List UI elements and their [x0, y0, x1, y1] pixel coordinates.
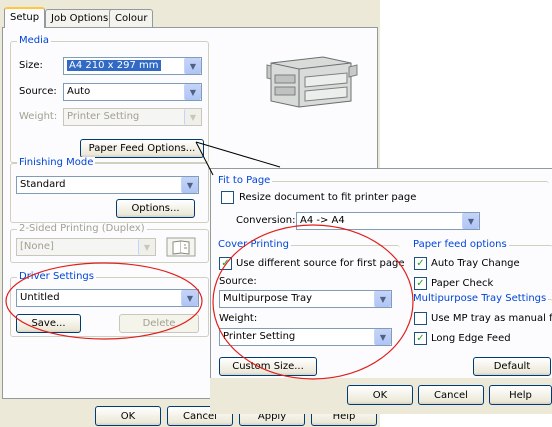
finishing-mode-value: Standard: [20, 179, 66, 190]
chevron-down-icon[interactable]: ▼: [374, 329, 391, 345]
chevron-down-icon[interactable]: ▼: [184, 58, 201, 74]
driver-settings-select[interactable]: Untitled ▼: [16, 289, 199, 307]
paper-feed-options-group-label: Paper feed options: [411, 239, 509, 250]
weight-value: Printer Setting: [67, 111, 140, 122]
conversion-value: A4 -> A4: [300, 215, 345, 226]
paper-feed-options-button[interactable]: Paper Feed Options...: [80, 139, 204, 158]
chevron-down-icon[interactable]: ▼: [462, 213, 479, 229]
tab-colour[interactable]: Colour: [109, 9, 154, 28]
media-group: Media Size: A4 210 x 297 mm ▼ Source: Au…: [10, 35, 209, 163]
cover-printing-label: Cover Printing: [216, 239, 291, 250]
driver-settings-value: Untitled: [20, 292, 60, 303]
cover-source-select[interactable]: Multipurpose Tray ▼: [219, 290, 392, 308]
tab-setup-label: Setup: [10, 12, 40, 23]
finishing-options-label: Options...: [131, 203, 180, 214]
media-group-label: Media: [17, 35, 52, 46]
use-mp-manual-label: Use MP tray as manual feed: [431, 313, 552, 324]
fit-to-page-label: Fit to Page: [216, 175, 273, 186]
paper-check-label: Paper Check: [431, 278, 494, 289]
resize-checkbox[interactable]: [221, 191, 234, 204]
chevron-down-icon[interactable]: ▼: [184, 84, 201, 100]
delete-button: Delete: [119, 314, 199, 333]
use-mp-manual-checkbox[interactable]: [414, 312, 427, 325]
use-different-source-checkbox[interactable]: ✓: [219, 257, 232, 270]
auto-tray-change-label: Auto Tray Change: [431, 258, 520, 269]
conversion-select[interactable]: A4 -> A4 ▼: [296, 212, 480, 230]
save-button[interactable]: Save...: [16, 314, 81, 333]
paper-feed-help-button[interactable]: Help: [489, 385, 552, 405]
size-label: Size:: [19, 60, 43, 71]
finishing-mode-group: Finishing Mode Standard ▼ Options...: [10, 157, 209, 223]
finishing-mode-label: Finishing Mode: [17, 157, 96, 168]
ok-button[interactable]: OK: [95, 406, 161, 426]
fit-to-page-group: Fit to Page Resize document to fit print…: [216, 175, 549, 231]
checkmark-icon: ✓: [416, 277, 425, 289]
cover-source-label: Source:: [219, 276, 257, 287]
paper-feed-ok-button[interactable]: OK: [347, 385, 413, 405]
duplex-book-icon: [166, 237, 196, 257]
paper-feed-options-group: Paper feed options ✓ Auto Tray Change ✓ …: [411, 239, 552, 297]
default-button[interactable]: Default: [473, 357, 551, 376]
tab-setup[interactable]: Setup: [4, 7, 46, 28]
tab-job-options-label: Job Options: [51, 13, 109, 24]
auto-tray-change-checkbox[interactable]: ✓: [414, 257, 427, 270]
duplex-label: 2-Sided Printing (Duplex): [17, 223, 147, 234]
default-label: Default: [493, 361, 531, 372]
cover-printing-group: Cover Printing ✓ Use different source fo…: [216, 239, 405, 355]
paper-feed-cancel-button[interactable]: Cancel: [418, 385, 484, 405]
source-label: Source:: [19, 86, 57, 97]
chevron-down-icon: ▼: [184, 109, 201, 125]
paper-feed-options-label: Paper Feed Options...: [88, 143, 196, 154]
conversion-label: Conversion:: [236, 215, 296, 226]
mp-tray-settings-label: Multipurpose Tray Settings: [411, 293, 549, 304]
weight-label: Weight:: [19, 111, 58, 122]
driver-settings-group: Driver Settings Untitled ▼ Save... Delet…: [10, 271, 209, 337]
duplex-select: [None] ▼: [16, 238, 156, 256]
custom-size-label: Custom Size...: [232, 361, 304, 372]
ok-label: OK: [120, 410, 136, 422]
checkmark-icon: ✓: [416, 332, 425, 344]
long-edge-feed-label: Long Edge Feed: [431, 333, 511, 344]
paper-feed-ok-label: OK: [372, 389, 388, 401]
driver-settings-label: Driver Settings: [17, 271, 96, 282]
mp-tray-settings-group: Multipurpose Tray Settings Use MP tray a…: [411, 293, 552, 355]
cover-weight-value: Printer Setting: [223, 331, 296, 342]
paper-check-checkbox[interactable]: ✓: [414, 277, 427, 290]
checkmark-icon: ✓: [416, 257, 425, 269]
checkmark-icon: ✓: [221, 257, 230, 269]
use-different-source-label: Use different source for first page: [236, 258, 405, 269]
cover-weight-label: Weight:: [219, 313, 258, 324]
tab-job-options[interactable]: Job Options: [45, 9, 115, 28]
cover-weight-select[interactable]: Printer Setting ▼: [219, 328, 392, 346]
paper-feed-cancel-label: Cancel: [434, 389, 468, 401]
chevron-down-icon[interactable]: ▼: [374, 291, 391, 307]
size-select[interactable]: A4 210 x 297 mm ▼: [63, 57, 202, 75]
source-value: Auto: [67, 86, 91, 97]
duplex-group: 2-Sided Printing (Duplex) [None] ▼: [10, 223, 209, 263]
long-edge-feed-checkbox[interactable]: ✓: [414, 332, 427, 345]
resize-label: Resize document to fit printer page: [239, 192, 417, 203]
tab-colour-label: Colour: [115, 13, 148, 24]
save-label: Save...: [31, 318, 66, 329]
size-value: A4 210 x 297 mm: [67, 60, 161, 71]
duplex-value: [None]: [20, 241, 54, 252]
chevron-down-icon[interactable]: ▼: [181, 290, 198, 306]
printer-icon: [266, 56, 358, 108]
chevron-down-icon: ▼: [138, 239, 155, 255]
weight-select: Printer Setting ▼: [63, 108, 202, 126]
source-select[interactable]: Auto ▼: [63, 83, 202, 101]
paper-feed-help-label: Help: [509, 389, 532, 401]
delete-label: Delete: [142, 318, 176, 329]
cover-source-value: Multipurpose Tray: [223, 293, 313, 304]
finishing-mode-select[interactable]: Standard ▼: [16, 176, 199, 194]
custom-size-button[interactable]: Custom Size...: [219, 357, 317, 376]
paper-feed-dialog-button-bar: OK Cancel Help: [210, 378, 552, 414]
finishing-options-button[interactable]: Options...: [116, 199, 195, 218]
chevron-down-icon[interactable]: ▼: [181, 177, 198, 193]
